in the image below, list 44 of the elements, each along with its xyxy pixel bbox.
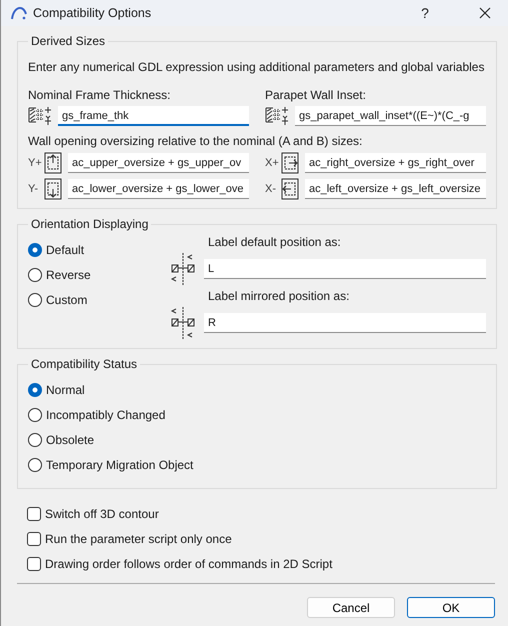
option-label: Switch off 3D contour (45, 507, 159, 521)
radio-option[interactable]: Normal (28, 381, 486, 399)
radio-option[interactable]: Default (28, 241, 208, 259)
option-label: Custom (46, 293, 88, 307)
option-label: Normal (46, 383, 85, 397)
dialog-button[interactable]: OK (407, 597, 495, 618)
axis-label: X- (265, 183, 277, 195)
checkbox-option[interactable]: Drawing order follows order of commands in 2D Script (27, 555, 497, 573)
text-field[interactable]: R (204, 313, 486, 333)
radio-option[interactable]: Custom (28, 291, 208, 309)
checkbox-option[interactable]: Switch off 3D contour (27, 505, 497, 523)
text-field[interactable]: ac_left_oversize + gs_left_oversize (305, 179, 486, 199)
option-label: Drawing order follows order of commands in 2D Script (45, 557, 332, 571)
axis-label: Y+ (28, 157, 42, 169)
option-label: Obsolete (46, 433, 94, 447)
option-label: Run the parameter script only once (45, 532, 232, 546)
field-label: Wall opening oversizing relative to the nominal (A and B) sizes: (28, 134, 364, 148)
axis-label: Y- (28, 183, 39, 195)
field-label: Label mirrored position as: (208, 289, 350, 303)
field-label: Label default position as: (208, 235, 342, 249)
option-label: Default (46, 243, 84, 257)
option-label: Reverse (46, 268, 91, 282)
text-field[interactable]: ac_lower_oversize + gs_lower_ove (68, 179, 249, 199)
radio-option[interactable]: Temporary Migration Object (28, 456, 486, 474)
group-title: Derived Sizes (30, 34, 106, 48)
window-title: Compatibility Options (33, 6, 152, 20)
dialog-button[interactable]: Cancel (307, 597, 395, 618)
text-field[interactable]: ac_upper_oversize + gs_upper_ov (68, 153, 249, 173)
option-label: Incompatibly Changed (46, 408, 166, 422)
help-button[interactable]: ? (402, 0, 448, 26)
text-field[interactable]: gs_parapet_wall_inset*((E~)*(C_-g (295, 106, 486, 126)
description-text: Enter any numerical GDL expression using additional parameters and global variables (28, 60, 486, 74)
radio-option[interactable]: Incompatibly Changed (28, 406, 486, 424)
group-title: Compatibility Status (30, 357, 138, 371)
axis-label: X+ (265, 157, 279, 169)
text-field[interactable]: L (204, 259, 486, 279)
checkbox-option[interactable]: Run the parameter script only once (27, 530, 497, 548)
text-field[interactable]: gs_frame_thk (58, 106, 249, 126)
option-label: Temporary Migration Object (46, 458, 194, 472)
field-label: Parapet Wall Inset: (265, 88, 367, 102)
radio-option[interactable]: Obsolete (28, 431, 486, 449)
group-title: Orientation Displaying (30, 217, 150, 231)
field-label: Nominal Frame Thickness: (28, 88, 172, 102)
text-field[interactable]: ac_right_oversize + gs_right_over (305, 153, 486, 173)
